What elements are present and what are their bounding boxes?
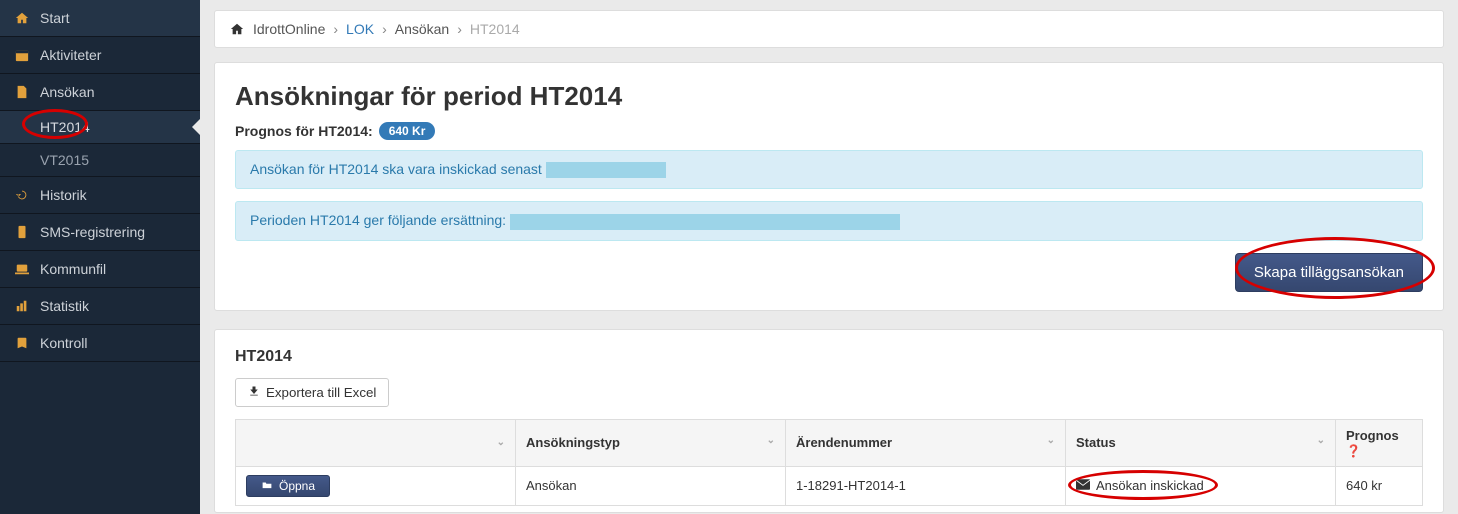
export-icon (248, 385, 260, 400)
alert-compensation: Perioden HT2014 ger följande ersättning: (235, 201, 1423, 240)
cell-status: Ansökan inskickad (1076, 478, 1204, 493)
alert-deadline: Ansökan för HT2014 ska vara inskickad se… (235, 150, 1423, 189)
phone-icon (14, 224, 30, 240)
export-label: Exportera till Excel (266, 385, 376, 400)
book-icon (14, 335, 30, 351)
nav-statistik[interactable]: Statistik (0, 288, 200, 325)
open-label: Öppna (279, 479, 315, 493)
nav-label: SMS-registrering (40, 224, 145, 240)
redacted-block (546, 162, 666, 178)
sort-icon: ⌄ (767, 435, 775, 446)
nav-sms[interactable]: SMS-registrering (0, 214, 200, 251)
create-addon-button[interactable]: Skapa tilläggsansökan (1235, 253, 1423, 292)
crumb-lok[interactable]: LOK (346, 21, 374, 37)
applications-table: ⌄ Ansökningstyp⌄ Ärendenummer⌄ Status⌄ P… (235, 419, 1423, 506)
prognos-label: Prognos för HT2014: (235, 123, 373, 139)
folder-open-icon (261, 479, 273, 493)
sort-icon: ⌄ (497, 437, 505, 448)
nav-label: Start (40, 10, 70, 26)
nav-kontroll[interactable]: Kontroll (0, 325, 200, 362)
laptop-icon (14, 261, 30, 277)
main-content: IdrottOnline › LOK › Ansökan › HT2014 An… (200, 0, 1458, 514)
history-icon (14, 187, 30, 203)
status-text: Ansökan inskickad (1096, 478, 1204, 493)
breadcrumb: IdrottOnline › LOK › Ansökan › HT2014 (214, 10, 1444, 48)
sub-vt2015[interactable]: VT2015 (0, 144, 200, 177)
sidebar: Start Aktiviteter Ansökan HT2014 VT2015 … (0, 0, 200, 514)
col-prognos[interactable]: Prognos ❓ (1336, 419, 1423, 466)
cell-type: Ansökan (516, 466, 786, 505)
alert-text: Ansökan för HT2014 ska vara inskickad se… (250, 161, 542, 177)
sort-icon: ⌄ (1047, 435, 1055, 446)
col-caseno[interactable]: Ärendenummer⌄ (786, 419, 1066, 466)
nav-label: Kontroll (40, 335, 87, 351)
crumb-ansokan[interactable]: Ansökan (395, 21, 449, 37)
crumb-home: IdrottOnline (253, 21, 325, 37)
sort-icon: ⌄ (1317, 435, 1325, 446)
nav-start[interactable]: Start (0, 0, 200, 37)
help-icon: ❓ (1346, 444, 1361, 458)
panel-table: HT2014 Exportera till Excel ⌄ Ansöknings… (214, 329, 1444, 513)
nav-label: Historik (40, 187, 87, 203)
col-type[interactable]: Ansökningstyp⌄ (516, 419, 786, 466)
sub-ht2014[interactable]: HT2014 (0, 111, 200, 144)
sub-label: HT2014 (40, 119, 90, 135)
open-button[interactable]: Öppna (246, 475, 330, 497)
nav-kommunfil[interactable]: Kommunfil (0, 251, 200, 288)
calendar-icon (14, 47, 30, 63)
prognos-badge: 640 Kr (379, 122, 436, 140)
file-icon (14, 84, 30, 100)
chart-icon (14, 298, 30, 314)
alert-text: Perioden HT2014 ger följande ersättning: (250, 212, 506, 228)
section-title: HT2014 (235, 348, 1423, 366)
home-icon (14, 10, 30, 26)
nav-aktiviteter[interactable]: Aktiviteter (0, 37, 200, 74)
nav-label: Statistik (40, 298, 89, 314)
panel-ansokningar: Ansökningar för period HT2014 Prognos fö… (214, 62, 1444, 311)
cell-prognos: 640 kr (1336, 466, 1423, 505)
envelope-icon (1076, 478, 1090, 493)
redacted-block (510, 214, 900, 230)
nav-ansokan[interactable]: Ansökan (0, 74, 200, 111)
page-title: Ansökningar för period HT2014 (235, 81, 1423, 112)
prognos-line: Prognos för HT2014: 640 Kr (235, 122, 1423, 140)
col-actions[interactable]: ⌄ (236, 419, 516, 466)
crumb-current: HT2014 (470, 21, 520, 37)
cell-caseno: 1-18291-HT2014-1 (786, 466, 1066, 505)
sub-label: VT2015 (40, 152, 89, 168)
nav-label: Aktiviteter (40, 47, 101, 63)
nav-historik[interactable]: Historik (0, 177, 200, 214)
home-icon (229, 21, 245, 37)
table-row: Öppna Ansökan 1-18291-HT2014-1 Ansökan i… (236, 466, 1423, 505)
export-excel-button[interactable]: Exportera till Excel (235, 378, 389, 407)
nav-label: Kommunfil (40, 261, 106, 277)
col-status[interactable]: Status⌄ (1066, 419, 1336, 466)
nav-label: Ansökan (40, 84, 94, 100)
